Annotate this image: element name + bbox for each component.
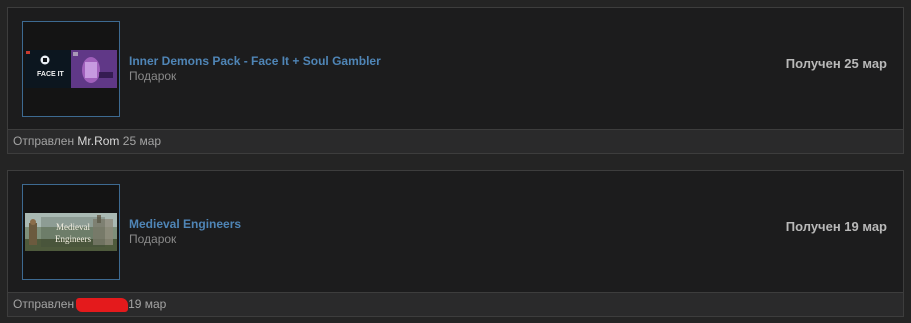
gift-card-body: FACE IT Inner Demons Pack - Face It + So…: [8, 8, 903, 129]
sent-prefix: Отправлен: [13, 297, 75, 311]
gift-footer: Отправлен Mr.Rom 25 мар: [8, 129, 903, 153]
gift-type-label: Подарок: [129, 69, 177, 83]
sent-date: 25 мар: [122, 134, 162, 148]
game-thumbnail[interactable]: Medieval Engineers: [22, 184, 120, 280]
sender-name[interactable]: Mr.Rom: [77, 134, 119, 148]
received-date: Получен 25 мар: [785, 56, 887, 71]
sent-prefix: Отправлен: [13, 134, 75, 148]
game-thumbnail[interactable]: FACE IT: [22, 21, 120, 117]
gift-footer: Отправлен 19 мар: [8, 292, 903, 316]
capsule-art-medieval-engineers: Medieval Engineers: [25, 213, 117, 251]
capsule-art-face-it-soul-gambler: FACE IT: [25, 50, 117, 88]
gift-card: Medieval Engineers Medieval Engineers По…: [7, 170, 904, 317]
engineers-logo-text: Engineers: [55, 234, 91, 244]
gift-type-label: Подарок: [129, 232, 177, 246]
game-title-link[interactable]: Medieval Engineers: [129, 217, 241, 231]
game-capsule-image: Medieval Engineers: [25, 213, 117, 251]
gift-card-body: Medieval Engineers Medieval Engineers По…: [8, 171, 903, 292]
gift-card: FACE IT Inner Demons Pack - Face It + So…: [7, 7, 904, 154]
sent-date: 19 мар: [128, 297, 167, 311]
redacted-sender-mark: [76, 297, 129, 312]
game-capsule-image: FACE IT: [25, 50, 117, 88]
medieval-logo-text: Medieval: [56, 222, 90, 232]
game-title-link[interactable]: Inner Demons Pack - Face It + Soul Gambl…: [129, 54, 381, 68]
received-date: Получен 19 мар: [785, 219, 887, 234]
face-it-logo-text: FACE IT: [37, 71, 65, 78]
